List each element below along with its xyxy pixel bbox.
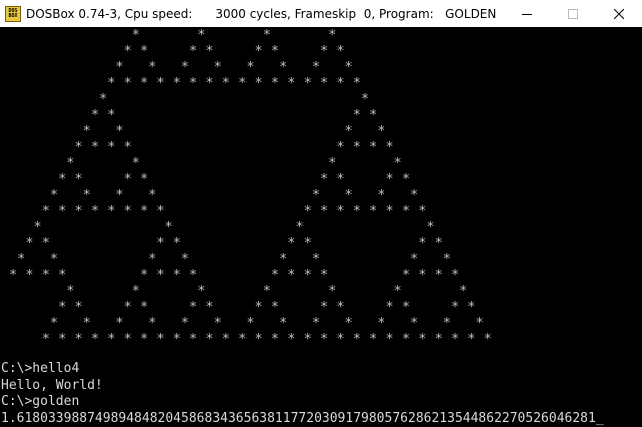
pattern-row: * * * * * * * * (9, 251, 451, 267)
app-icon-text-bottom: BOX (8, 12, 18, 19)
pattern-row: * * * * (9, 155, 402, 171)
pattern-row: * * * * * * * * * * * * * * * * (9, 75, 361, 91)
title-bar[interactable]: DOS BOX DOSBox 0.74-3, Cpu speed: 3000 c… (0, 0, 642, 27)
pattern-row: * * * * (9, 27, 337, 43)
pattern-row: * * * * * * * * * * * * * * * * (9, 203, 427, 219)
window-title: DOSBox 0.74-3, Cpu speed: 3000 cycles, F… (26, 6, 497, 21)
pattern-row: * * * * (9, 123, 386, 139)
maximize-button[interactable] (550, 0, 596, 27)
console-line: Hello, World! (1, 377, 103, 393)
pattern-row: * * * * * * * * (9, 171, 411, 187)
pattern-row: * * * * * * * * (9, 187, 419, 203)
close-icon (614, 8, 624, 19)
console-output: C:\>hello4 Hello, World! C:\>golden 1.61803… (1, 361, 604, 427)
pattern-row: * * * * * * * * (9, 235, 443, 251)
pattern-row: * * * * * * * * * * * * * * (9, 315, 484, 331)
pattern-row: * * * * (9, 107, 378, 123)
minimize-button[interactable] (504, 0, 550, 27)
pattern-row: * * * * * * * * (9, 43, 345, 59)
pattern-row: * * * * * * * (9, 283, 468, 299)
console-line: C:\>hello4 (1, 361, 80, 376)
pattern-row: * * * * * * * * * * * * * * * * * * * * … (9, 331, 492, 347)
pattern-row: * * (9, 91, 370, 107)
dosbox-window: DOS BOX DOSBox 0.74-3, Cpu speed: 3000 c… (0, 0, 642, 427)
dos-screen[interactable]: * * * * * * * * * * * * * * * * * * * * … (0, 27, 642, 427)
pattern-row: * * * * (9, 219, 435, 235)
maximize-icon (568, 8, 578, 19)
close-button[interactable] (596, 0, 642, 27)
console-line: C:\>golden (1, 394, 80, 409)
console-line: 1.61803398874989484820458683436563811772… (1, 410, 604, 426)
pattern-row: * * * * * * * * * * * * * * * * (9, 267, 460, 283)
dosbox-app-icon[interactable]: DOS BOX (5, 5, 21, 22)
pattern-row: * * * * * * * * (9, 59, 353, 75)
sierpinski-pattern: * * * * * * * * * * * * * * * * * * * * … (9, 27, 492, 347)
window-controls (504, 0, 642, 27)
pattern-row: * * * * * * * * * * * * * * (9, 299, 476, 315)
minimize-icon (522, 13, 532, 15)
pattern-row: * * * * * * * * (9, 139, 394, 155)
